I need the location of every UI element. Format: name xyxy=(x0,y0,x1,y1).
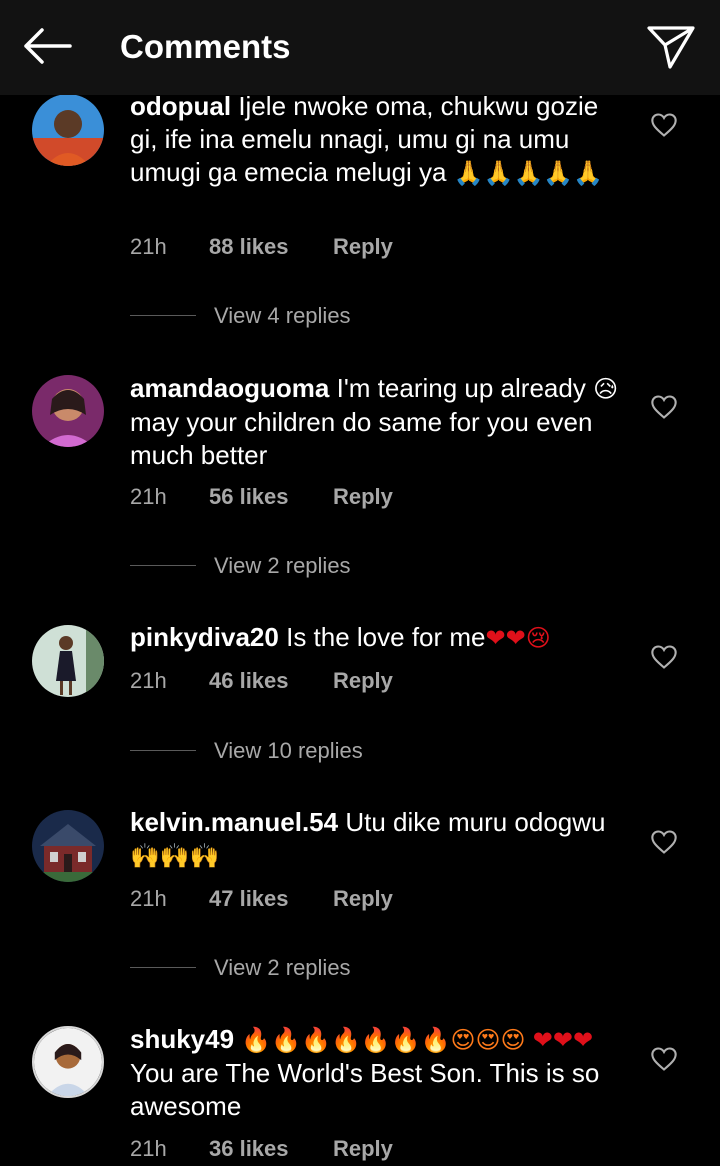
comment-body: You are The World's Best Son. This is so… xyxy=(130,1058,600,1121)
view-replies-label: View 2 replies xyxy=(214,955,351,980)
heart-icon[interactable] xyxy=(650,112,678,138)
heart-icon[interactable] xyxy=(650,644,678,670)
divider xyxy=(130,750,196,751)
avatar[interactable] xyxy=(32,375,104,447)
comment-body: I'm tearing up already xyxy=(336,373,586,403)
timestamp: 21h xyxy=(130,1136,167,1161)
likes-count[interactable]: 56 likes xyxy=(209,483,333,511)
timestamp: 21h xyxy=(130,886,167,911)
comment-meta: 21h 47 likes Reply xyxy=(130,885,393,913)
comment-meta: 21h 46 likes Reply xyxy=(130,667,393,695)
comment-meta: 21h 56 likes Reply xyxy=(130,483,393,511)
view-replies-button[interactable]: View 2 replies xyxy=(130,551,530,581)
view-replies-button[interactable]: View 2 replies xyxy=(130,953,530,983)
reply-button[interactable]: Reply xyxy=(333,1135,393,1163)
emoji: ❤❤😢 xyxy=(485,624,551,652)
comment-meta: 21h 36 likes Reply xyxy=(130,1135,393,1163)
avatar[interactable] xyxy=(32,810,104,882)
emoji: ❤❤❤ xyxy=(532,1026,594,1054)
reply-button[interactable]: Reply xyxy=(333,233,393,261)
comment-text: kelvin.manuel.54 Utu dike muru odogwu 🙌🙌… xyxy=(130,806,630,873)
comment-text: amandaoguoma I'm tearing up already 😥 ma… xyxy=(130,372,630,472)
reply-button[interactable]: Reply xyxy=(333,885,393,913)
likes-count[interactable]: 36 likes xyxy=(209,1135,333,1163)
view-replies-label: View 4 replies xyxy=(214,303,351,328)
emoji: 🙌🙌🙌 xyxy=(130,842,220,870)
view-replies-label: View 2 replies xyxy=(214,553,351,578)
comment-body: may your children do same for you even m… xyxy=(130,407,593,470)
avatar[interactable] xyxy=(32,625,104,697)
divider xyxy=(130,315,196,316)
timestamp: 21h xyxy=(130,668,167,693)
emoji: 😥 xyxy=(593,375,619,403)
arrow-left-icon[interactable] xyxy=(20,26,74,66)
heart-icon[interactable] xyxy=(650,829,678,855)
top-app-bar: Comments xyxy=(0,0,720,95)
page-title: Comments xyxy=(120,28,291,65)
reply-button[interactable]: Reply xyxy=(333,483,393,511)
likes-count[interactable]: 47 likes xyxy=(209,885,333,913)
divider xyxy=(130,967,196,968)
comment-body: Is the love for me xyxy=(286,622,486,652)
username[interactable]: odopual xyxy=(130,91,231,121)
divider xyxy=(130,565,196,566)
emoji: 🔥🔥🔥🔥🔥🔥🔥😍😍😍 xyxy=(241,1026,526,1054)
username[interactable]: amandaoguoma xyxy=(130,373,329,403)
emoji: 🙏🙏🙏🙏🙏 xyxy=(453,159,604,187)
view-replies-button[interactable]: View 10 replies xyxy=(130,736,530,766)
comment-body: Utu dike muru odogwu xyxy=(345,807,606,837)
paper-plane-icon[interactable] xyxy=(646,24,696,70)
comments-list: odopual Ijele nwoke oma, chukwu gozie gi… xyxy=(0,0,720,1166)
view-replies-label: View 10 replies xyxy=(214,738,363,763)
comment-text: pinkydiva20 Is the love for me❤❤😢 xyxy=(130,621,630,655)
username[interactable]: shuky49 xyxy=(130,1024,234,1054)
likes-count[interactable]: 46 likes xyxy=(209,667,333,695)
timestamp: 21h xyxy=(130,484,167,509)
heart-icon[interactable] xyxy=(650,1046,678,1072)
username[interactable]: kelvin.manuel.54 xyxy=(130,807,338,837)
avatar[interactable] xyxy=(32,1026,104,1098)
comment-meta: 21h 88 likes Reply xyxy=(130,233,393,261)
heart-icon[interactable] xyxy=(650,394,678,420)
avatar[interactable] xyxy=(32,94,104,166)
reply-button[interactable]: Reply xyxy=(333,667,393,695)
comment-text: shuky49 🔥🔥🔥🔥🔥🔥🔥😍😍😍 ❤❤❤ You are The World'… xyxy=(130,1023,630,1123)
view-replies-button[interactable]: View 4 replies xyxy=(130,301,530,331)
likes-count[interactable]: 88 likes xyxy=(209,233,333,261)
timestamp: 21h xyxy=(130,234,167,259)
username[interactable]: pinkydiva20 xyxy=(130,622,279,652)
comment-text: odopual Ijele nwoke oma, chukwu gozie gi… xyxy=(130,90,630,190)
